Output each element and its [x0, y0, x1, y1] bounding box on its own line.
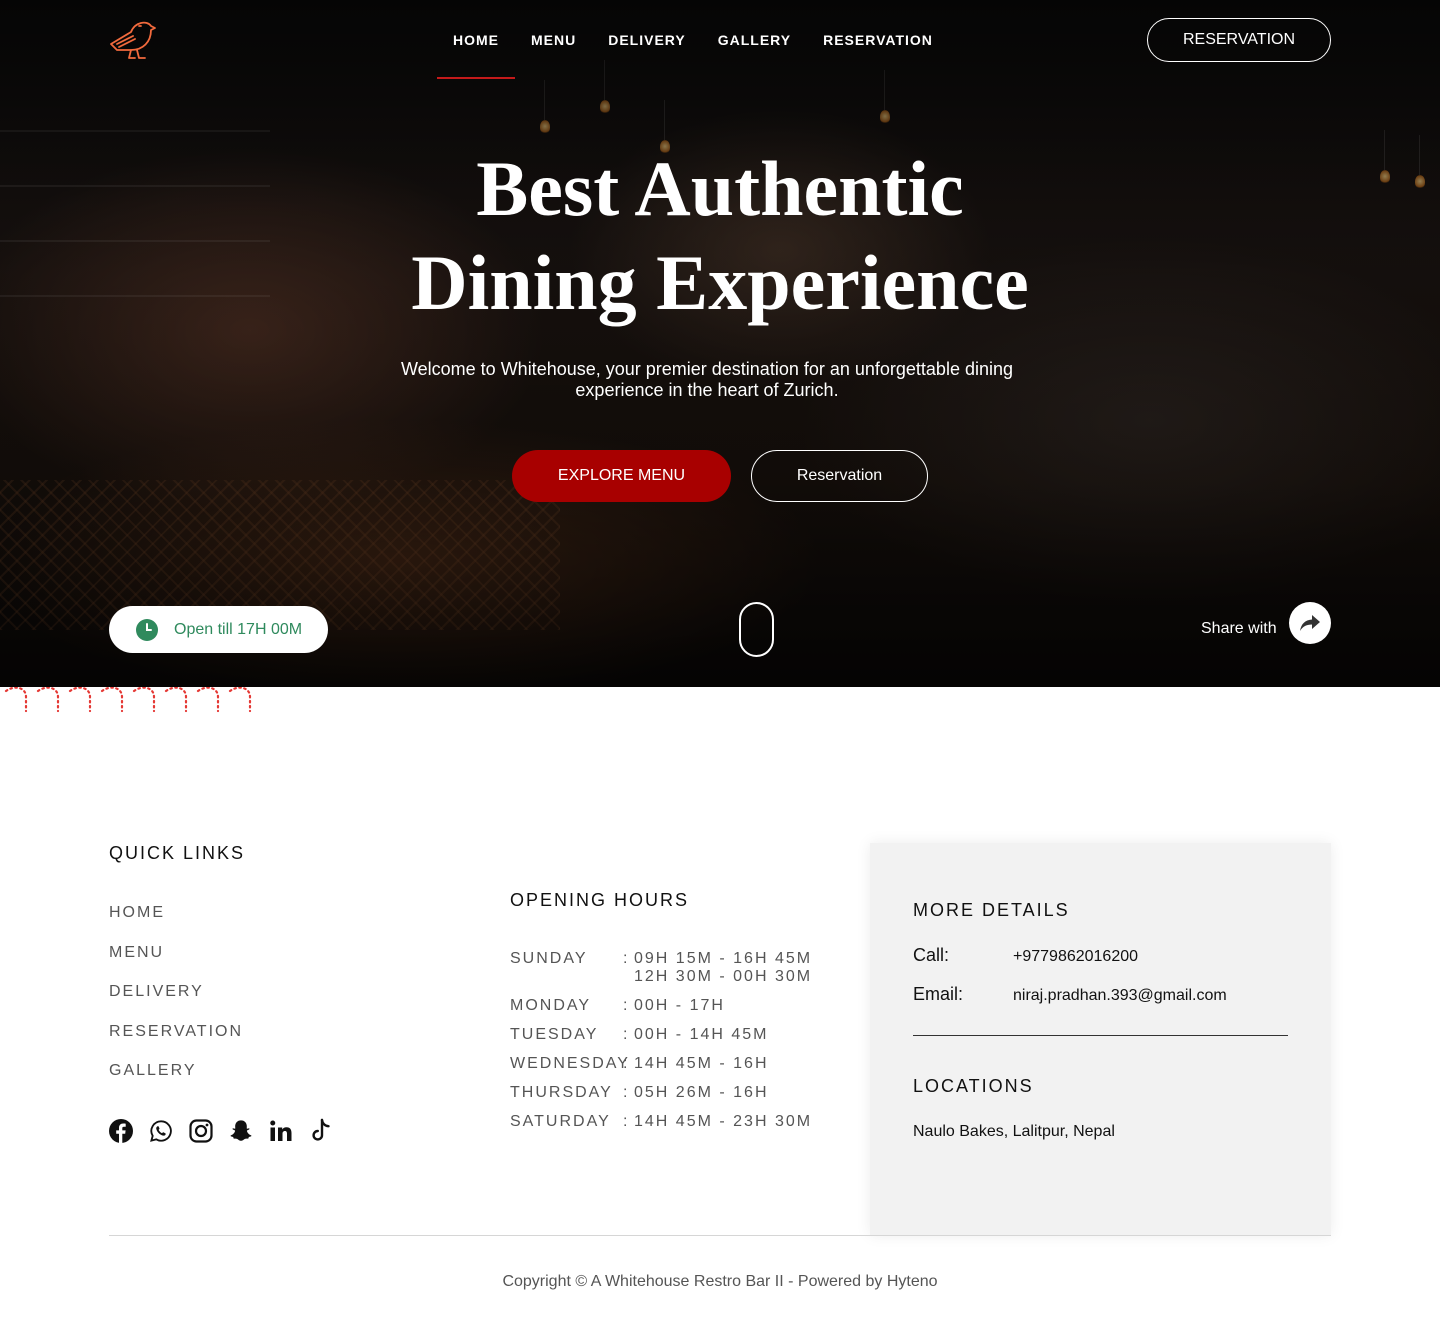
- share-button[interactable]: [1289, 602, 1331, 644]
- quick-link-home[interactable]: HOME: [109, 904, 245, 944]
- hours-day: WEDNESDAY: [510, 1055, 630, 1072]
- header-reservation-button[interactable]: RESERVATION: [1147, 18, 1331, 62]
- hours-times: 05H 26M - 16H: [634, 1084, 769, 1102]
- main-nav: HOME MENU DELIVERY GALLERY RESERVATION: [437, 31, 965, 79]
- hours-colon: :: [623, 950, 630, 967]
- hours-times: 00H - 17H: [634, 997, 725, 1015]
- hours-times: 14H 45M - 16H: [634, 1055, 769, 1073]
- hours-time: 14H 45M - 16H: [634, 1055, 769, 1072]
- open-status-pill[interactable]: Open till 17H 00M: [109, 606, 328, 653]
- nav-item-reservation[interactable]: RESERVATION: [823, 31, 933, 49]
- quick-link-delivery[interactable]: DELIVERY: [109, 983, 245, 1023]
- contact-call-row: Call: +9779862016200: [913, 945, 1288, 966]
- hero-subtitle: Welcome to Whitehouse, your premier dest…: [400, 359, 1013, 400]
- nav-item-home[interactable]: HOME: [437, 31, 515, 79]
- facebook-icon[interactable]: [109, 1118, 133, 1144]
- clock-icon: [136, 618, 158, 641]
- quick-link-gallery[interactable]: GALLERY: [109, 1062, 245, 1102]
- scroll-down-indicator[interactable]: [739, 602, 774, 657]
- hours-row: THURSDAY : 05H 26M - 16H: [510, 1084, 830, 1102]
- hours-day: SATURDAY: [510, 1113, 611, 1130]
- hours-time: 12H 30M - 00H 30M: [634, 968, 813, 985]
- snapchat-icon[interactable]: [229, 1118, 253, 1144]
- quick-links-title: QUICK LINKS: [109, 843, 246, 863]
- quick-links-column: QUICK LINKS HOME MENU DELIVERY RESERVATI…: [109, 843, 245, 1102]
- bird-logo-icon: [110, 21, 156, 59]
- hours-day: THURSDAY: [510, 1084, 613, 1101]
- hours-colon: :: [623, 1026, 630, 1043]
- hero-title-line2: Dining Experience: [411, 239, 1029, 326]
- hours-time: 05H 26M - 16H: [634, 1084, 769, 1101]
- nav-item-gallery[interactable]: GALLERY: [718, 31, 791, 49]
- hours-colon: :: [623, 1084, 630, 1101]
- hours-time: 09H 15M - 16H 45M: [634, 950, 813, 967]
- quick-link-menu[interactable]: MENU: [109, 944, 245, 984]
- hours-colon: :: [623, 1055, 630, 1072]
- call-label: Call:: [913, 945, 950, 965]
- email-label: Email:: [913, 984, 964, 1004]
- whatsapp-icon[interactable]: [149, 1118, 173, 1144]
- tiktok-icon[interactable]: [309, 1118, 333, 1144]
- brand-logo[interactable]: [109, 18, 157, 62]
- contact-email-row: Email: niraj.pradhan.393@gmail.com: [913, 984, 1288, 1005]
- share-label: Share with: [1201, 620, 1277, 637]
- decorative-dotted-loops: [4, 687, 252, 713]
- hours-row: MONDAY : 00H - 17H: [510, 997, 830, 1015]
- opening-hours-title: OPENING HOURS: [510, 890, 690, 910]
- more-details-title: MORE DETAILS: [913, 900, 1070, 920]
- hours-time: 00H - 14H 45M: [634, 1026, 769, 1043]
- hours-colon: :: [623, 1113, 630, 1130]
- locations-title: LOCATIONS: [913, 1076, 1034, 1096]
- hours-colon: :: [623, 997, 630, 1014]
- hours-day: TUESDAY: [510, 1026, 599, 1043]
- hours-row: SATURDAY : 14H 45M - 23H 30M: [510, 1113, 830, 1131]
- quick-link-reservation[interactable]: RESERVATION: [109, 1023, 245, 1063]
- copyright-text: Copyright © A Whitehouse Restro Bar II -…: [502, 1273, 938, 1290]
- hero-title: Best Authentic Dining Experience: [320, 142, 1120, 330]
- hours-day: SUNDAY: [510, 950, 588, 967]
- hero-overlay: [0, 0, 1440, 687]
- hero-section: HOME MENU DELIVERY GALLERY RESERVATION R…: [0, 0, 1440, 687]
- hours-row: TUESDAY : 00H - 14H 45M: [510, 1026, 830, 1044]
- hours-time: 14H 45M - 23H 30M: [634, 1113, 813, 1130]
- hours-times: 14H 45M - 23H 30M: [634, 1113, 812, 1131]
- hours-row: WEDNESDAY : 14H 45M - 16H: [510, 1055, 830, 1073]
- details-divider: [913, 1035, 1288, 1036]
- opening-hours-column: OPENING HOURS SUNDAY : 09H 15M - 16H 45M…: [510, 890, 830, 1142]
- phone-link[interactable]: +9779862016200: [1013, 948, 1138, 966]
- explore-menu-button[interactable]: EXPLORE MENU: [512, 450, 731, 502]
- instagram-icon[interactable]: [189, 1118, 213, 1144]
- hours-row: SUNDAY : 09H 15M - 16H 45M 12H 30M - 00H…: [510, 950, 830, 986]
- share-arrow-icon: [1300, 615, 1320, 631]
- open-status-text: Open till 17H 00M: [174, 620, 303, 638]
- footer-divider: [109, 1235, 1331, 1236]
- nav-item-delivery[interactable]: DELIVERY: [608, 31, 686, 49]
- email-link[interactable]: niraj.pradhan.393@gmail.com: [1013, 987, 1227, 1005]
- social-links: [109, 1118, 333, 1144]
- hours-day: MONDAY: [510, 997, 592, 1014]
- location-address: Naulo Bakes, Lalitpur, Nepal: [913, 1123, 1115, 1140]
- hero-title-line1: Best Authentic: [476, 145, 964, 232]
- hours-times: 00H - 14H 45M: [634, 1026, 769, 1044]
- hours-times: 09H 15M - 16H 45M 12H 30M - 00H 30M: [634, 950, 812, 986]
- nav-item-menu[interactable]: MENU: [531, 31, 576, 49]
- linkedin-icon[interactable]: [269, 1118, 293, 1144]
- hours-time: 00H - 17H: [634, 997, 725, 1014]
- hero-reservation-button[interactable]: Reservation: [751, 450, 928, 502]
- more-details-panel: MORE DETAILS Call: +9779862016200 Email:…: [870, 843, 1331, 1235]
